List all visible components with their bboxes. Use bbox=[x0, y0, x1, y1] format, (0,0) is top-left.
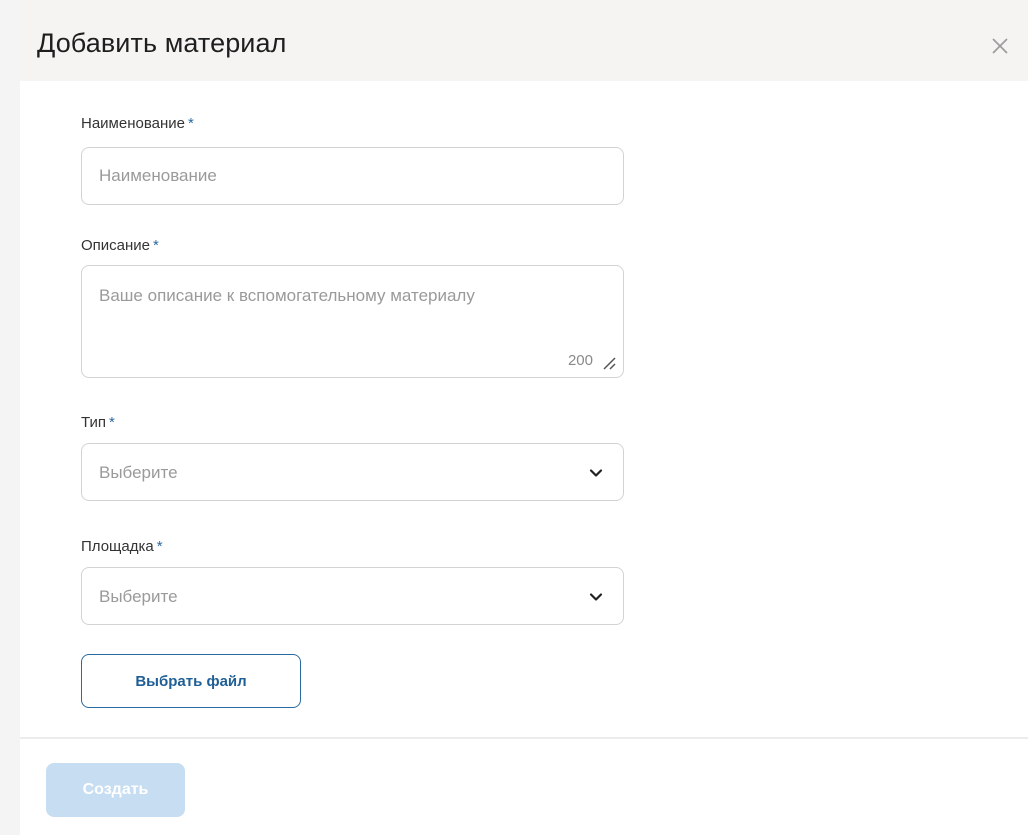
description-label: Описание * bbox=[81, 237, 159, 254]
dialog-title: Добавить материал bbox=[37, 28, 287, 58]
name-label: Наименование * bbox=[81, 115, 194, 132]
chevron-down-icon bbox=[589, 469, 603, 477]
dialog-header: Добавить материал bbox=[20, 0, 1028, 81]
type-select[interactable]: Выберите bbox=[81, 443, 624, 501]
character-counter: 200 bbox=[567, 352, 593, 369]
type-label: Тип * bbox=[81, 414, 115, 431]
required-mark: * bbox=[153, 237, 159, 254]
required-mark: * bbox=[109, 414, 115, 431]
description-label-text: Описание bbox=[81, 237, 151, 254]
add-material-dialog: Добавить материал Наименование* Описание… bbox=[20, 0, 1028, 835]
description-placeholder: Ваше описание к вспомогательному материа… bbox=[99, 286, 475, 305]
required-mark: * bbox=[156, 538, 163, 555]
type-select-value: Выберите bbox=[99, 463, 178, 482]
chevron-down-icon bbox=[589, 593, 603, 601]
footer-divider bbox=[20, 737, 1028, 739]
type-label-text: Тип bbox=[81, 414, 107, 431]
description-textarea[interactable]: Ваше описание к вспомогательному материа… bbox=[81, 265, 624, 378]
venue-label: Площадка * bbox=[81, 538, 163, 555]
choose-file-button[interactable]: Выбрать файл bbox=[81, 654, 301, 708]
name-input[interactable] bbox=[81, 147, 624, 205]
close-icon[interactable] bbox=[990, 36, 1010, 56]
venue-select-value: Выберите bbox=[99, 587, 178, 606]
required-mark: * bbox=[187, 115, 194, 132]
venue-select[interactable]: Выберите bbox=[81, 567, 624, 625]
create-button[interactable]: Создать bbox=[46, 763, 185, 817]
venue-label-text: Площадка bbox=[81, 538, 154, 555]
name-label-text: Наименование bbox=[81, 115, 185, 132]
resize-handle-icon[interactable] bbox=[601, 355, 617, 371]
